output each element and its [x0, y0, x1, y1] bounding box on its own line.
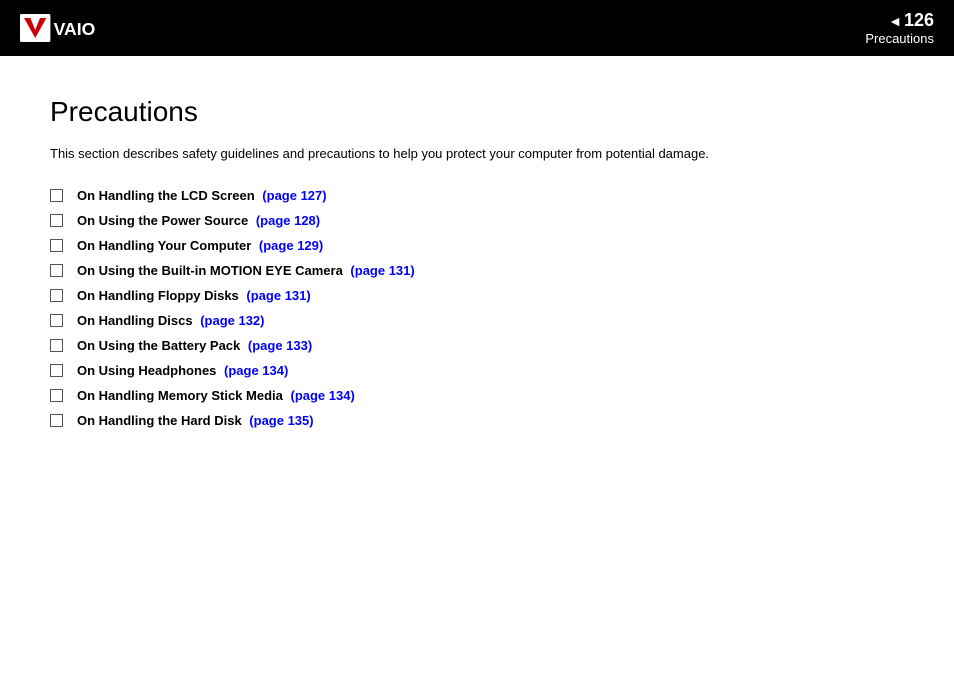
list-item: On Handling Memory Stick Media (page 134… — [50, 388, 904, 403]
header-page-info: ◄ 126 Precautions — [865, 10, 934, 46]
list-item: On Handling Floppy Disks (page 131) — [50, 288, 904, 303]
item-text: On Handling the LCD Screen (page 127) — [77, 188, 327, 203]
list-item: On Handling Your Computer (page 129) — [50, 238, 904, 253]
checkbox-icon — [50, 414, 63, 427]
item-page-link[interactable]: (page 133) — [248, 338, 312, 353]
list-item: On Using the Battery Pack (page 133) — [50, 338, 904, 353]
item-text: On Using the Power Source (page 128) — [77, 213, 320, 228]
list-item: On Handling the Hard Disk (page 135) — [50, 413, 904, 428]
list-item: On Using the Built-in MOTION EYE Camera … — [50, 263, 904, 278]
item-page-link[interactable]: (page 128) — [256, 213, 320, 228]
checkbox-icon — [50, 314, 63, 327]
nav-arrow-icon: ◄ — [888, 13, 902, 29]
item-text: On Using the Built-in MOTION EYE Camera … — [77, 263, 415, 278]
toc-list: On Handling the LCD Screen (page 127) On … — [50, 188, 904, 428]
item-page-link[interactable]: (page 131) — [246, 288, 310, 303]
header: VAIO ◄ 126 Precautions — [0, 0, 954, 56]
checkbox-icon — [50, 339, 63, 352]
main-content: Precautions This section describes safet… — [0, 56, 954, 468]
checkbox-icon — [50, 214, 63, 227]
checkbox-icon — [50, 239, 63, 252]
item-page-link[interactable]: (page 127) — [262, 188, 326, 203]
item-text: On Handling Discs (page 132) — [77, 313, 265, 328]
checkbox-icon — [50, 189, 63, 202]
item-text: On Handling Memory Stick Media (page 134… — [77, 388, 355, 403]
item-page-link[interactable]: (page 129) — [259, 238, 323, 253]
page-title: Precautions — [50, 96, 904, 128]
item-page-link[interactable]: (page 131) — [350, 263, 414, 278]
item-page-link[interactable]: (page 134) — [224, 363, 288, 378]
checkbox-icon — [50, 364, 63, 377]
list-item: On Handling Discs (page 132) — [50, 313, 904, 328]
list-item: On Using Headphones (page 134) — [50, 363, 904, 378]
checkbox-icon — [50, 389, 63, 402]
item-text: On Handling the Hard Disk (page 135) — [77, 413, 314, 428]
checkbox-icon — [50, 289, 63, 302]
list-item: On Handling the LCD Screen (page 127) — [50, 188, 904, 203]
item-text: On Handling Floppy Disks (page 131) — [77, 288, 311, 303]
intro-paragraph: This section describes safety guidelines… — [50, 144, 904, 164]
vaio-logo: VAIO — [20, 14, 108, 42]
item-text: On Using Headphones (page 134) — [77, 363, 288, 378]
item-page-link[interactable]: (page 132) — [200, 313, 264, 328]
page-number: 126 — [904, 10, 934, 31]
list-item: On Using the Power Source (page 128) — [50, 213, 904, 228]
item-page-link[interactable]: (page 134) — [290, 388, 354, 403]
svg-text:VAIO: VAIO — [54, 19, 96, 39]
item-page-link[interactable]: (page 135) — [249, 413, 313, 428]
item-text: On Using the Battery Pack (page 133) — [77, 338, 312, 353]
section-label: Precautions — [865, 31, 934, 46]
item-text: On Handling Your Computer (page 129) — [77, 238, 323, 253]
checkbox-icon — [50, 264, 63, 277]
